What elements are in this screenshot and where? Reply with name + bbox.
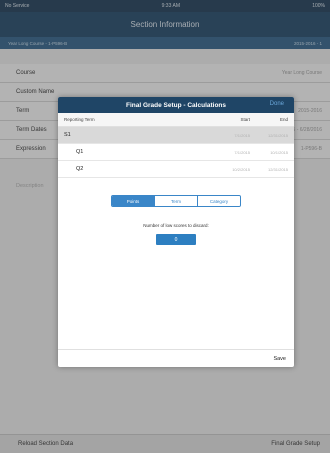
done-button[interactable]: Done (270, 101, 284, 107)
column-header-start: Start (240, 117, 250, 122)
table-header: Reporting Term Start End (58, 113, 294, 127)
save-button[interactable]: Save (273, 356, 286, 362)
table-row[interactable]: Q2 10/2/2015 12/31/2015 (58, 161, 294, 178)
end-date: 12/31/2015 (267, 166, 288, 172)
table-row[interactable]: Q1 7/1/2015 10/1/2015 (58, 144, 294, 161)
term-name: S1 (64, 132, 71, 138)
start-date: 7/1/2015 (234, 149, 250, 155)
modal-header: Final Grade Setup - Calculations Done (58, 97, 294, 113)
segment-points[interactable]: Points (112, 196, 155, 206)
column-header-end: End (279, 117, 288, 122)
segment-category[interactable]: Category (198, 196, 240, 206)
end-date: 12/31/2015 (267, 132, 288, 138)
column-header-term: Reporting Term (64, 117, 95, 122)
start-date: 7/1/2015 (234, 132, 250, 138)
discard-count-button[interactable]: 0 (156, 234, 196, 245)
final-grade-setup-modal: Final Grade Setup - Calculations Done Re… (58, 97, 294, 367)
term-name: Q2 (76, 166, 84, 172)
modal-title: Final Grade Setup - Calculations (125, 101, 227, 109)
calculation-type-segmented-control: Points Term Category (111, 195, 241, 207)
modal-footer: Save (58, 349, 294, 367)
app-screen: No Service 9:33 AM 100% Section Informat… (0, 0, 330, 453)
table-row[interactable]: S1 7/1/2015 12/31/2015 (58, 127, 294, 144)
end-date: 10/1/2015 (270, 149, 288, 155)
start-date: 10/2/2015 (232, 166, 250, 172)
segment-term[interactable]: Term (155, 196, 198, 206)
term-name: Q1 (76, 149, 84, 155)
discard-label: Number of low scores to discard: (143, 223, 209, 228)
